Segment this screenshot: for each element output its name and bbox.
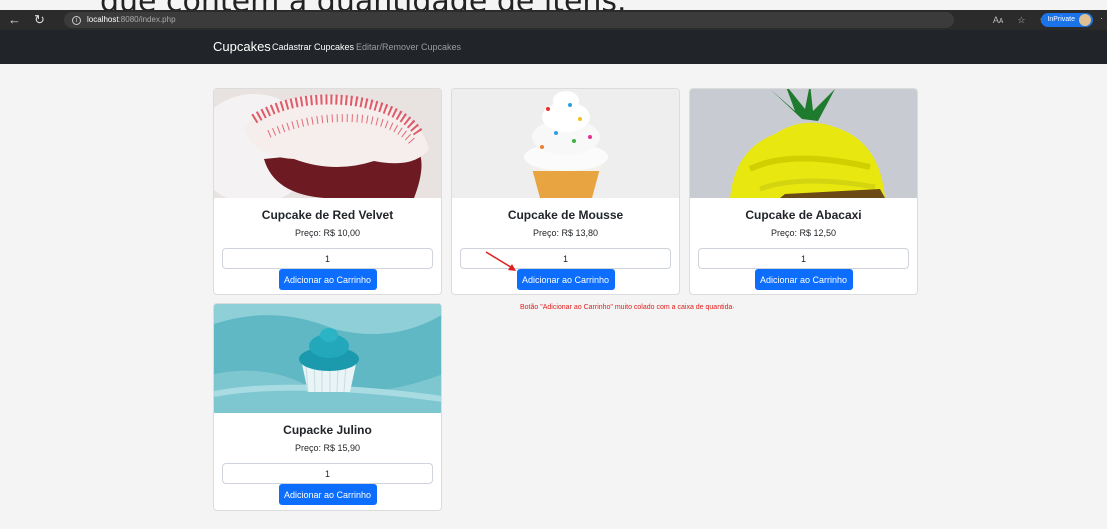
product-card: Cupcake de Red Velvet Preço: R$ 10,00 Ad… bbox=[213, 88, 442, 295]
product-image-red-velvet bbox=[214, 89, 441, 204]
annotation-arrow-icon bbox=[485, 251, 516, 271]
product-price: Preço: R$ 13,80 bbox=[532, 228, 599, 238]
product-card: Cupacke Julino Preço: R$ 15,90 Adicionar… bbox=[213, 303, 442, 511]
avatar bbox=[1079, 14, 1091, 26]
product-image-blue-cupcake bbox=[214, 304, 441, 413]
nav-link-editar[interactable]: Editar/Remover Cupcakes bbox=[356, 42, 461, 52]
address-bar[interactable]: i localhost:8080/index.php bbox=[64, 12, 954, 28]
reload-icon[interactable]: ↻ bbox=[34, 12, 45, 28]
browser-toolbar: ← ↻ ilocalhost:8080/index.php Aᴀ ☆ ✩ InP… bbox=[0, 10, 1107, 30]
product-price: Preço: R$ 15,90 bbox=[294, 443, 361, 453]
product-price: Preço: R$ 12,50 bbox=[770, 228, 837, 238]
add-to-cart-button[interactable]: Adicionar ao Carrinho bbox=[754, 269, 853, 290]
nav-link-cadastrar[interactable]: Cadastrar Cupcakes bbox=[272, 42, 354, 52]
product-image-mousse bbox=[452, 89, 679, 198]
product-name: Cupcake de Mousse bbox=[507, 208, 624, 222]
product-name: Cupacke Julino bbox=[283, 423, 372, 437]
info-icon[interactable]: i bbox=[72, 16, 81, 25]
inprivate-badge[interactable]: InPrivate bbox=[1041, 13, 1093, 27]
annotation-note: Botão "Adicionar ao Carrinho" muito cola… bbox=[520, 304, 735, 311]
add-to-cart-button[interactable]: Adicionar ao Carrinho bbox=[516, 269, 615, 290]
product-price: Preço: R$ 10,00 bbox=[294, 228, 361, 238]
favorite-star-icon[interactable]: ☆ bbox=[1017, 13, 1025, 27]
quantity-input[interactable] bbox=[222, 248, 433, 269]
navbar-brand[interactable]: Cupcakes bbox=[213, 39, 271, 54]
back-icon[interactable]: ← bbox=[8, 12, 21, 28]
site-navbar: Cupcakes Cadastrar Cupcakes Editar/Remov… bbox=[0, 30, 1107, 64]
product-card: Cupcake de Abacaxi Preço: R$ 12,50 Adici… bbox=[689, 88, 918, 295]
add-to-cart-button[interactable]: Adicionar ao Carrinho bbox=[278, 269, 377, 290]
url-path: :8080/index.php bbox=[118, 15, 176, 24]
product-name: Cupcake de Red Velvet bbox=[261, 208, 394, 222]
url-host: localhost bbox=[87, 15, 119, 24]
quantity-input[interactable] bbox=[222, 463, 433, 484]
read-aloud-icon[interactable]: Aᴀ bbox=[993, 13, 1003, 27]
add-to-cart-button[interactable]: Adicionar ao Carrinho bbox=[278, 484, 377, 505]
product-image-pineapple bbox=[690, 89, 917, 198]
product-name: Cupcake de Abacaxi bbox=[745, 208, 862, 222]
quantity-input[interactable] bbox=[698, 248, 909, 269]
inprivate-label: InPrivate bbox=[1047, 16, 1075, 23]
more-icon[interactable]: · bbox=[1100, 13, 1103, 23]
